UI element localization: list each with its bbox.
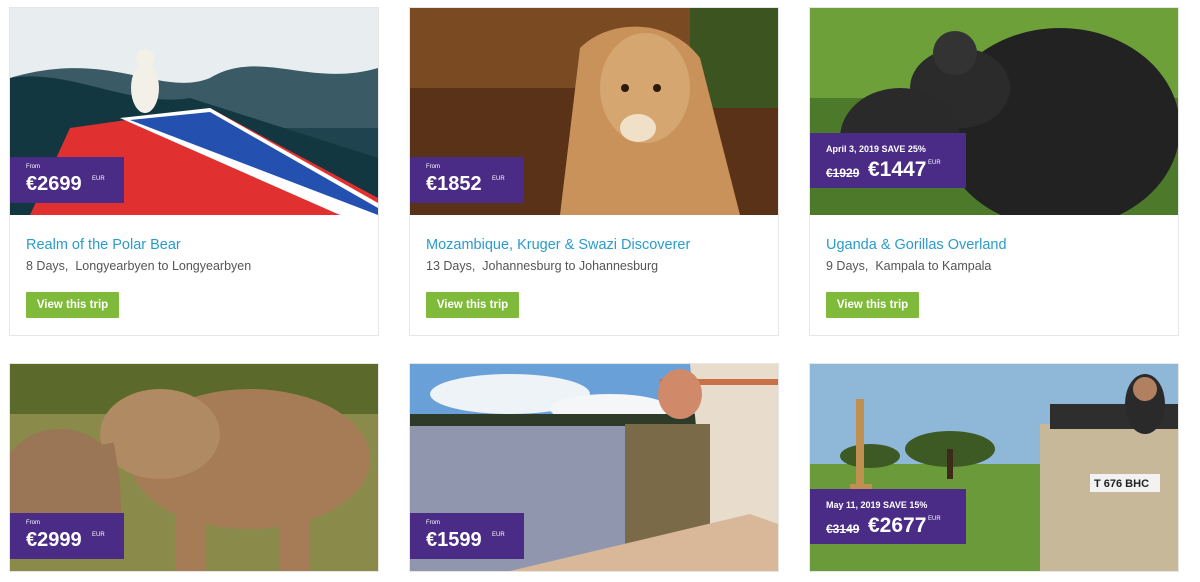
old-price: €3149 xyxy=(826,522,860,536)
trip-title[interactable]: Uganda & Gorillas Overland xyxy=(826,237,1007,253)
trip-route: Longyearbyen to Longyearbyen xyxy=(75,259,252,273)
trip-days: 8 Days, xyxy=(26,259,69,273)
from-label: From xyxy=(26,520,40,526)
price-badge: From €2699 EUR xyxy=(10,157,124,203)
currency: EUR xyxy=(492,176,505,182)
trip-card[interactable]: From €2699 EUR Realm of the Polar Bear 8… xyxy=(10,8,378,335)
from-label: From xyxy=(26,164,40,170)
view-trip-button[interactable]: View this trip xyxy=(426,292,519,318)
lioness-photo[interactable]: From €1852 EUR xyxy=(410,8,778,215)
elephants-photo[interactable]: From €2999 EUR xyxy=(10,364,378,571)
trip-card[interactable]: From €2999 EUR xyxy=(10,364,378,571)
trip-card[interactable]: T 676 BHC May 11, 2019 SAVE 15% €3149 €2… xyxy=(810,364,1178,571)
old-price: €1929 xyxy=(826,166,860,180)
gorilla-photo[interactable]: April 3, 2019 SAVE 25% €1929 €1447 EUR xyxy=(810,8,1178,215)
view-trip-button[interactable]: View this trip xyxy=(826,292,919,318)
price-badge: From €1852 EUR xyxy=(410,157,524,203)
trip-title[interactable]: Mozambique, Kruger & Swazi Discoverer xyxy=(426,237,690,253)
trip-days: 9 Days, xyxy=(826,259,869,273)
trip-meta: 8 Days, Longyearbyen to Longyearbyen xyxy=(26,259,251,273)
trip-meta: 13 Days, Johannesburg to Johannesburg xyxy=(426,259,658,273)
river-cruise-photo[interactable]: From €1599 EUR xyxy=(410,364,778,571)
trip-card[interactable]: From €1599 EUR xyxy=(410,364,778,571)
price: €1599 xyxy=(426,529,482,551)
giraffe-safari-photo[interactable]: T 676 BHC May 11, 2019 SAVE 15% €3149 €2… xyxy=(810,364,1178,571)
trip-meta: 9 Days, Kampala to Kampala xyxy=(826,259,991,273)
price: €1447 xyxy=(868,158,927,181)
currency: EUR xyxy=(92,176,105,182)
trip-route: Kampala to Kampala xyxy=(875,259,992,273)
trip-days: 13 Days, xyxy=(426,259,476,273)
price: €2677 xyxy=(868,514,927,537)
from-label: From xyxy=(426,164,440,170)
currency: EUR xyxy=(492,532,505,538)
trip-route: Johannesburg to Johannesburg xyxy=(482,259,659,273)
currency: EUR xyxy=(928,160,941,166)
price: €1852 xyxy=(426,173,482,195)
polar-bear-ship-photo[interactable]: From €2699 EUR xyxy=(10,8,378,215)
vehicle-plate: T 676 BHC xyxy=(1094,478,1149,490)
sale-text: April 3, 2019 SAVE 25% xyxy=(826,144,926,154)
trip-card[interactable]: From €1852 EUR Mozambique, Kruger & Swaz… xyxy=(410,8,778,335)
price-badge: From €1599 EUR xyxy=(410,513,524,559)
view-trip-button[interactable]: View this trip xyxy=(26,292,119,318)
price: €2699 xyxy=(26,173,82,195)
from-label: From xyxy=(426,520,440,526)
currency: EUR xyxy=(928,516,941,522)
sale-text: May 11, 2019 SAVE 15% xyxy=(826,500,928,510)
sale-price-badge: April 3, 2019 SAVE 25% €1929 €1447 EUR xyxy=(810,133,966,188)
sale-price-badge: May 11, 2019 SAVE 15% €3149 €2677 EUR xyxy=(810,489,966,544)
price-badge: From €2999 EUR xyxy=(10,513,124,559)
currency: EUR xyxy=(92,532,105,538)
trip-title[interactable]: Realm of the Polar Bear xyxy=(26,237,181,253)
price: €2999 xyxy=(26,529,82,551)
trip-card[interactable]: April 3, 2019 SAVE 25% €1929 €1447 EUR U… xyxy=(810,8,1178,335)
